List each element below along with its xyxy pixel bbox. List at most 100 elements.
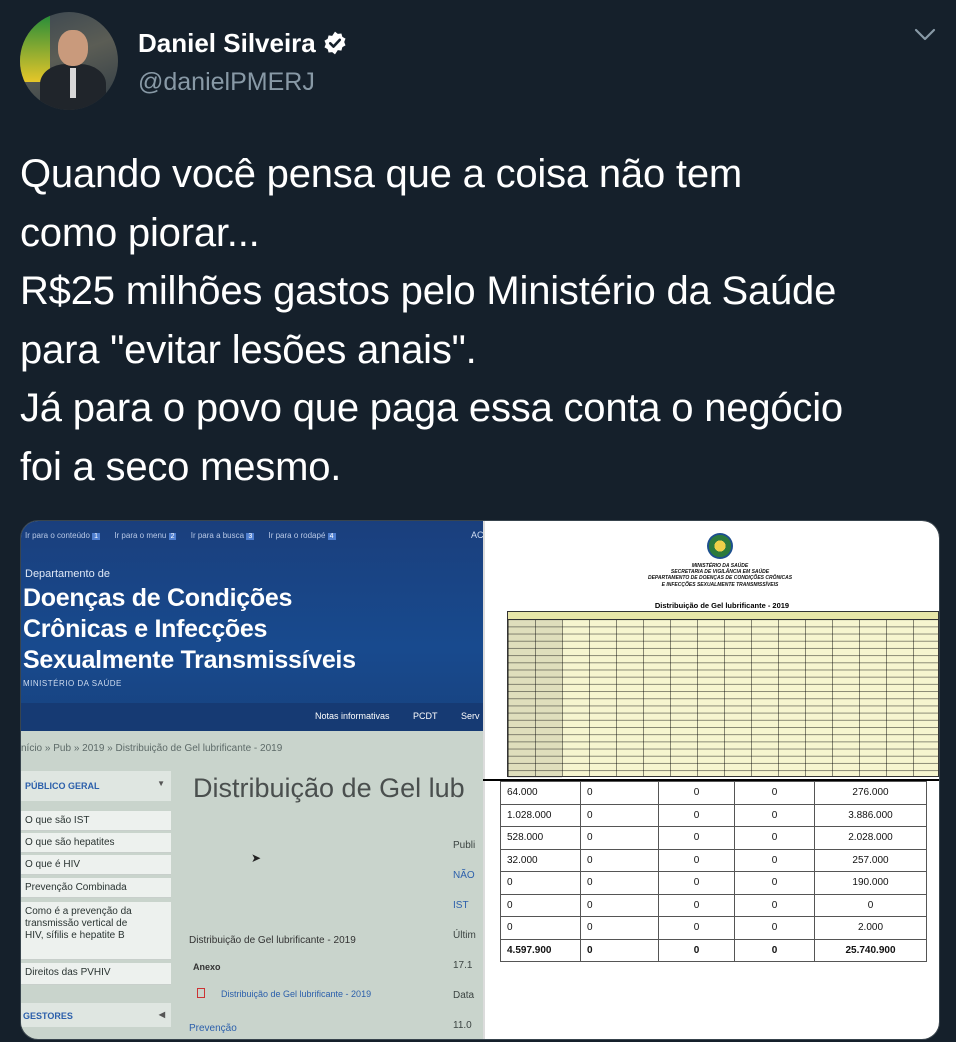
skip-link-number: 2 (168, 533, 177, 540)
coat-of-arms-icon (707, 533, 733, 559)
site-sidebar-item: Direitos das PVHIV (21, 963, 171, 985)
site-attachment-label: Anexo (193, 962, 221, 972)
table-cell: 0 (658, 803, 735, 827)
site-meta-line: IST (453, 900, 469, 911)
table-cell: 0 (500, 916, 581, 940)
table-cell: 0 (500, 893, 581, 917)
skip-link-number: 3 (246, 533, 255, 540)
site-title: Doenças de Condições Crônicas e Infecçõe… (23, 584, 356, 674)
site-sidebar-item: O que são IST (21, 811, 171, 831)
skip-link-label: Ir para o rodapé (268, 531, 326, 540)
table-row: 00000 (500, 893, 927, 917)
table-cell: 0 (658, 893, 735, 917)
table-cell: 25.740.900 (814, 938, 927, 962)
table-cell: 0 (580, 803, 659, 827)
table-cell: 0 (658, 871, 735, 895)
table-cell: 0 (658, 781, 735, 805)
document-table-header (508, 612, 938, 620)
author-handle[interactable]: @danielPMERJ (138, 68, 315, 97)
chevron-down-icon[interactable] (914, 28, 936, 42)
table-cell: 0 (658, 848, 735, 872)
skip-link-label: Ir para o conteúdo (25, 531, 90, 540)
table-cell: 0 (734, 871, 815, 895)
table-row: 1.028.000 0 0 0 3.886.000 (500, 803, 927, 827)
site-file-link-label: Distribuição de Gel lubrificante - 2019 (221, 989, 372, 999)
tweet-media[interactable]: Ir para o conteúdo 1 Ir para o menu 2 Ir… (20, 520, 940, 1040)
site-sidebar-footer: GESTORES ◀ (21, 1003, 171, 1027)
table-cell: 64.000 (500, 781, 581, 805)
table-cell: 1.028.000 (500, 803, 581, 827)
totals-table-body: 64.000 0 0 0 276.000 1.028.000 0 0 0 3.886.000 528… (500, 781, 927, 962)
site-sidebar-item: Como é a prevenção da transmissão vertic… (21, 902, 171, 960)
table-cell: 3.886.000 (814, 803, 927, 827)
site-meta-line: 11.0 (453, 1020, 472, 1031)
table-cell: 0 (658, 916, 735, 940)
site-ministry: MINISTÉRIO DA SAÚDE (23, 679, 122, 688)
site-sidebar: PÚBLICO GERAL ▼ O que são IST O que são … (21, 771, 171, 1039)
site-meta-line: Data (453, 990, 475, 1001)
tweet-text: Quando você pensa que a coisa não tem co… (20, 152, 843, 489)
table-row: 64.000 0 0 0 276.000 (500, 781, 927, 805)
table-cell: 0 (658, 938, 735, 962)
table-cell: 0 (580, 916, 659, 940)
table-cell: 0 (734, 826, 815, 850)
table-row: 0 0 0 0 2.000 (500, 916, 927, 940)
document-table (507, 611, 939, 778)
document-table-title: Distribuição de Gel lubrificante - 2019 (654, 601, 790, 610)
media-photo-totals[interactable]: 64.000 0 0 0 276.000 1.028.000 0 0 0 3.886.000 528… (483, 781, 939, 1039)
document-table-first-column (508, 620, 562, 778)
media-photo-website[interactable]: Ir para o conteúdo 1 Ir para o menu 2 Ir… (21, 521, 483, 1039)
document-header-line: E INFECÇÕES SEXUALMENTE TRANSMISSÍVEIS (661, 581, 779, 588)
site-sidebar-item: Prevenção Combinada (21, 878, 171, 898)
table-row: 528.000 0 0 0 2.028.000 (500, 826, 927, 850)
site-nav-item: PCDT (413, 711, 438, 721)
table-cell: 0 (734, 916, 815, 940)
avatar[interactable] (20, 12, 118, 110)
table-cell: 0 (580, 893, 659, 917)
totals-table: 64.000 0 0 0 276.000 1.028.000 0 0 0 3.886.000 528… (500, 781, 927, 962)
site-sidebar-header-label: PÚBLICO GERAL (25, 781, 100, 791)
table-cell: 190.000 (814, 871, 927, 895)
mouse-cursor-icon: ➤ (251, 851, 262, 865)
skip-link-number: 1 (92, 533, 101, 540)
site-nav-item: Serv (461, 711, 480, 721)
totals-table-total-row: 4.597.900 0 0 0 25.740.900 (500, 938, 927, 962)
head-shape (58, 30, 88, 66)
table-cell: 0 (580, 781, 659, 805)
site-file-link: Distribuição de Gel lubrificante - 2019 (197, 988, 371, 999)
site-meta-line: Últim (453, 930, 476, 941)
site-meta-line: Publi (453, 840, 476, 851)
table-cell: 0 (734, 893, 815, 917)
media-photo-document[interactable]: MINISTÉRIO DA SAÚDE SECRETARIA DE VIGILÂ… (483, 521, 939, 779)
table-cell: 0 (734, 803, 815, 827)
site-department-label: Departamento de (25, 568, 110, 580)
site-sidebar-item: O que são hepatites (21, 833, 171, 853)
site-meta: Publi NÃO IST Últim 17.1 Data 11.0 (453, 823, 476, 1039)
table-cell: 2.000 (814, 916, 927, 940)
chevron-left-icon: ◀ (158, 1010, 165, 1019)
site-nav-item: Notas informativas (315, 711, 390, 721)
author-name[interactable]: Daniel Silveira (138, 28, 316, 58)
table-cell: 0 (500, 871, 581, 895)
document-header: MINISTÉRIO DA SAÚDE SECRETARIA DE VIGILÂ… (595, 563, 845, 588)
table-cell: 257.000 (814, 848, 927, 872)
site-nav: Notas informativas PCDT Serv (21, 703, 483, 731)
site-meta-line: NÃO (453, 870, 475, 881)
site-meta-line: 17.1 (453, 960, 473, 971)
table-cell: 2.028.000 (814, 826, 927, 850)
table-cell: 0 (580, 871, 659, 895)
table-cell: 0 (734, 938, 815, 962)
chevron-down-icon: ▼ (157, 779, 165, 788)
table-cell: 0 (580, 938, 659, 962)
site-footer-link: Prevenção (189, 1023, 237, 1034)
site-breadcrumb: nício » Pub » 2019 » Distribuição de Gel… (21, 743, 283, 754)
table-cell: 0 (814, 893, 927, 917)
table-row: 0 0 0 0 190.000 (500, 871, 927, 895)
site-sidebar-header: PÚBLICO GERAL ▼ (21, 771, 171, 801)
author-name-row[interactable]: Daniel Silveira (138, 28, 348, 63)
site-document-label: Distribuição de Gel lubrificante - 2019 (189, 935, 356, 946)
table-cell: 528.000 (500, 826, 581, 850)
site-sidebar-item: O que é HIV (21, 855, 171, 875)
table-cell: 0 (658, 826, 735, 850)
site-page-heading: Distribuição de Gel lub (193, 773, 465, 803)
